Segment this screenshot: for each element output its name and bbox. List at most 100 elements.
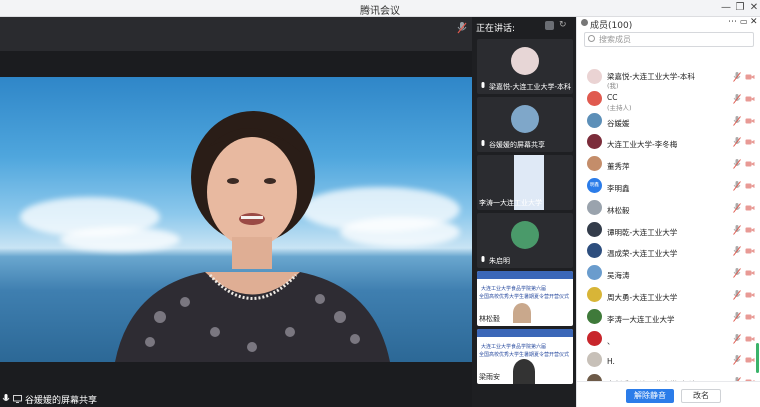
muted-mic-icon[interactable] bbox=[733, 115, 741, 126]
camera-off-icon[interactable] bbox=[745, 269, 755, 277]
camera-off-icon[interactable] bbox=[745, 204, 755, 212]
search-placeholder: 搜索成员 bbox=[599, 35, 631, 44]
mic-icon[interactable] bbox=[457, 22, 467, 34]
muted-mic-icon[interactable] bbox=[733, 355, 741, 366]
camera-off-icon[interactable] bbox=[745, 95, 755, 103]
member-panel-header: 成员(100) ⋯ ▭ ✕ bbox=[577, 17, 760, 31]
thumbnail-label: 梁嘉悦-大连工业大学-本科 bbox=[479, 82, 571, 92]
thumbnail-label: 林松毅 bbox=[479, 314, 500, 324]
camera-off-icon[interactable] bbox=[745, 291, 755, 299]
thumbnail-item[interactable]: 梁嘉悦-大连工业大学-本科 bbox=[477, 39, 573, 94]
avatar bbox=[587, 287, 602, 302]
camera-off-icon[interactable] bbox=[745, 335, 755, 343]
camera-off-icon[interactable] bbox=[745, 117, 755, 125]
member-name: 林松毅 bbox=[607, 205, 630, 215]
camera-off-icon[interactable] bbox=[745, 247, 755, 255]
member-row[interactable]: 大连工业大学-李冬梅 bbox=[577, 132, 760, 153]
speaking-label: 正在讲话: bbox=[476, 24, 516, 34]
member-panel-footer: 解除静音 改名 bbox=[577, 381, 760, 407]
close-icon[interactable]: ✕ bbox=[747, 1, 760, 15]
member-row[interactable]: 谷媛媛 bbox=[577, 111, 760, 132]
member-row[interactable]: 梁嘉悦-大连工业大学-本科 (我) bbox=[577, 67, 760, 90]
thumbnail-item[interactable]: 大连工业大学食品学院第六届 全国高校优秀大学生暑期夏令营开营仪式 林松毅 bbox=[477, 271, 573, 326]
camera-off-icon[interactable] bbox=[745, 138, 755, 146]
popout-icon[interactable]: ▭ bbox=[740, 17, 748, 26]
thumbnail-item[interactable]: 大连工业大学食品学院第六届 全国高校优秀大学生暑期夏令营开营仪式 梁雨安 bbox=[477, 329, 573, 384]
member-panel: 成员(100) ⋯ ▭ ✕ 搜索成员 梁嘉悦-大连工业大学-本科 (我) CC (主持… bbox=[576, 17, 760, 407]
member-row[interactable]: 林松毅 bbox=[577, 198, 760, 219]
member-name: 谷媛媛 bbox=[607, 118, 630, 128]
muted-mic-icon[interactable] bbox=[733, 311, 741, 322]
main-stage: 谷媛媛的屏幕共享 bbox=[0, 17, 472, 407]
avatar bbox=[587, 134, 602, 150]
muted-mic-icon[interactable] bbox=[733, 333, 741, 344]
member-row[interactable]: 明鑫 李明鑫 bbox=[577, 176, 760, 197]
avatar bbox=[587, 265, 602, 281]
member-row[interactable]: 吴海涛 bbox=[577, 263, 760, 284]
close-panel-icon[interactable]: ✕ bbox=[750, 17, 758, 27]
member-name: 周大勇-大连工业大学 bbox=[607, 293, 678, 302]
muted-mic-icon[interactable] bbox=[733, 224, 741, 235]
camera-off-icon[interactable] bbox=[745, 160, 755, 168]
thumbnail-item[interactable]: 谷媛媛的屏幕共享 bbox=[477, 97, 573, 152]
muted-mic-icon[interactable] bbox=[733, 137, 741, 148]
muted-mic-icon[interactable] bbox=[733, 93, 741, 104]
camera-off-icon[interactable] bbox=[745, 313, 755, 321]
unmute-all-button[interactable]: 解除静音 bbox=[626, 389, 674, 403]
member-name: CC bbox=[607, 92, 618, 102]
thumbnail-label: 朱启明 bbox=[479, 256, 510, 266]
camera-off-icon[interactable] bbox=[745, 73, 755, 81]
rename-button[interactable]: 改名 bbox=[681, 389, 721, 403]
camera-off-icon[interactable] bbox=[745, 356, 755, 364]
screen-share-icon bbox=[13, 395, 22, 403]
thumbnail-item[interactable]: 李涛一大连工业大学 bbox=[477, 155, 573, 210]
collapse-icon[interactable]: ↻ bbox=[559, 20, 567, 30]
thumbnail-label: 李涛一大连工业大学 bbox=[479, 199, 542, 207]
muted-mic-icon[interactable] bbox=[733, 202, 741, 213]
muted-mic-icon[interactable] bbox=[733, 72, 741, 82]
minimize-icon[interactable]: — bbox=[719, 1, 733, 15]
avatar bbox=[511, 105, 539, 133]
layout-icon[interactable] bbox=[545, 21, 554, 30]
avatar bbox=[587, 112, 602, 128]
speaker-label-text: 谷媛媛的屏幕共享 bbox=[25, 395, 98, 406]
muted-mic-icon[interactable] bbox=[733, 268, 741, 278]
mic-icon bbox=[481, 82, 485, 88]
maximize-icon[interactable]: ❐ bbox=[733, 1, 747, 15]
member-row[interactable]: 谭明乾-大连工业大学 bbox=[577, 220, 760, 241]
title-bar: 腾讯会议 — ❐ ✕ bbox=[0, 0, 760, 17]
member-name: 温成荣-大连工业大学 bbox=[607, 249, 678, 259]
camera-off-icon[interactable] bbox=[745, 226, 755, 234]
more-icon[interactable]: ⋯ bbox=[728, 17, 737, 27]
avatar-initials: 明鑫 bbox=[590, 183, 599, 188]
avatar bbox=[587, 156, 602, 172]
avatar bbox=[587, 352, 602, 368]
member-name: 董秀萍 bbox=[607, 162, 630, 172]
thumbnail-label: 梁雨安 bbox=[479, 372, 500, 382]
member-row[interactable]: 周大勇-大连工业大学 bbox=[577, 285, 760, 306]
member-search-input[interactable]: 搜索成员 bbox=[584, 32, 754, 47]
muted-mic-icon[interactable] bbox=[733, 181, 741, 191]
member-row[interactable]: 、 bbox=[577, 329, 760, 350]
search-icon bbox=[588, 35, 595, 42]
member-row[interactable]: 李涛一大连工业大学 bbox=[577, 307, 760, 328]
thumbnail-header: 正在讲话: ↻ bbox=[472, 17, 576, 36]
thumbnail-item[interactable]: 朱启明 bbox=[477, 213, 573, 268]
window-title: 腾讯会议 bbox=[360, 6, 400, 17]
muted-mic-icon[interactable] bbox=[733, 159, 741, 169]
member-name: 大连工业大学-李冬梅 bbox=[607, 140, 678, 150]
speaker-label: 谷媛媛的屏幕共享 bbox=[2, 393, 98, 406]
camera-off-icon[interactable] bbox=[745, 182, 755, 190]
mic-icon bbox=[2, 394, 10, 401]
muted-mic-icon[interactable] bbox=[733, 246, 741, 257]
member-row[interactable]: H. bbox=[577, 350, 760, 371]
member-row[interactable]: 董秀萍 bbox=[577, 154, 760, 175]
member-name: 谭明乾-大连工业大学 bbox=[607, 227, 678, 237]
avatar: 明鑫 bbox=[587, 178, 602, 193]
shared-video bbox=[0, 77, 472, 362]
member-list-scrollbar[interactable] bbox=[756, 343, 759, 373]
muted-mic-icon[interactable] bbox=[733, 290, 741, 300]
member-row[interactable]: 温成荣-大连工业大学 bbox=[577, 241, 760, 262]
avatar bbox=[587, 243, 602, 259]
member-row[interactable]: CC (主持人) bbox=[577, 89, 760, 112]
